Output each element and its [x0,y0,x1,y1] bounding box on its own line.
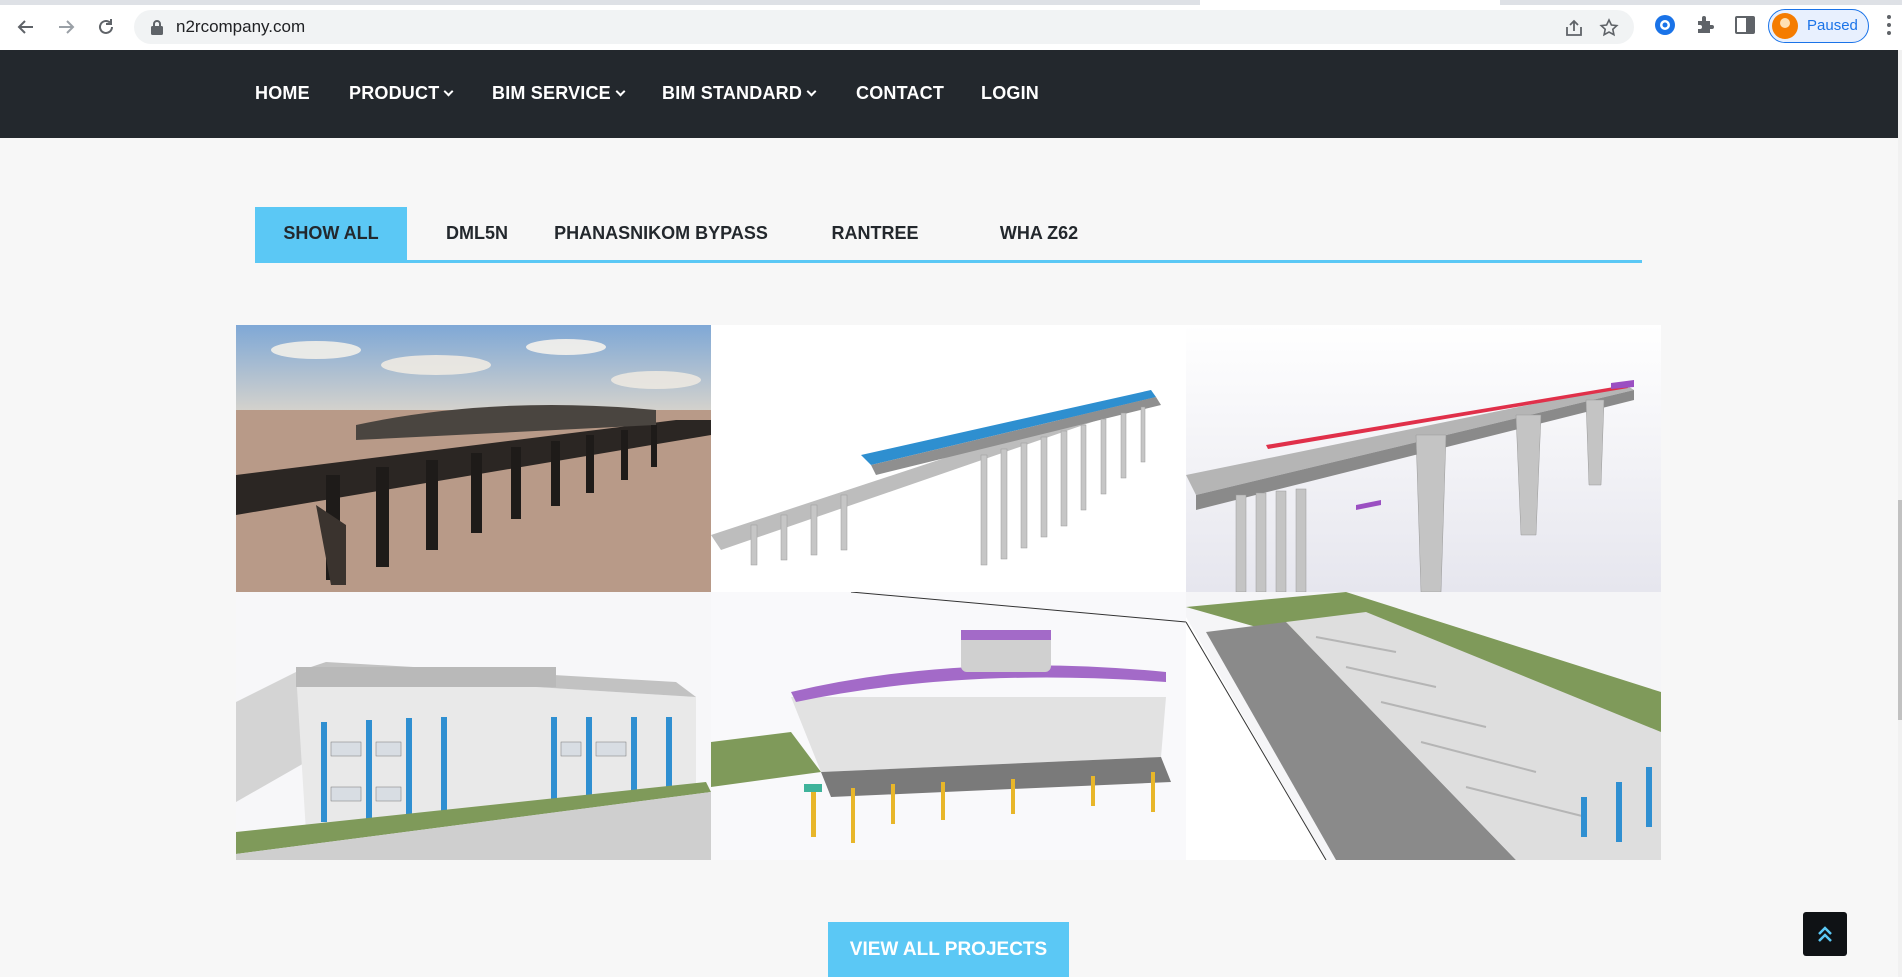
project-tile-highway-viaduct[interactable] [1186,325,1661,592]
project-filter-tabs: SHOW ALL DML5N PHANASNIKOM BYPASS RANTRE… [255,207,1642,263]
menu-icon[interactable] [1886,14,1892,36]
puzzle-icon[interactable] [1694,13,1718,37]
tab-phanasnikom-bypass[interactable]: PHANASNIKOM BYPASS [554,207,768,260]
nav-home[interactable]: HOME [255,83,310,104]
chevron-down-icon [443,86,454,97]
tab-strip [0,0,1902,5]
tab-rantree[interactable]: RANTREE [825,207,925,260]
tab-dml5n[interactable]: DML5N [427,207,527,260]
view-all-projects-button[interactable]: VIEW ALL PROJECTS [828,922,1069,977]
project-tile-railway-station[interactable] [236,325,711,592]
chevron-down-icon [806,86,817,97]
tab-wha-z62[interactable]: WHA Z62 [979,207,1099,260]
double-chevron-up-icon [1818,926,1832,942]
chevron-down-icon [615,86,626,97]
scroll-to-top-button[interactable] [1803,912,1847,956]
browser-chrome: n2rcompany.com Paused [0,0,1902,50]
address-bar[interactable]: n2rcompany.com [134,10,1634,44]
nav-product[interactable]: PRODUCT [349,83,454,104]
project-tile-building-cutaway[interactable] [1186,592,1661,860]
nav-contact[interactable]: CONTACT [856,83,944,104]
project-tile-office-building[interactable] [236,592,711,860]
star-icon[interactable] [1599,18,1619,38]
nav-bim-service[interactable]: BIM SERVICE [492,83,626,104]
project-tile-bridge-deck[interactable] [711,325,1186,592]
back-icon[interactable] [10,11,42,43]
profile-button[interactable]: Paused [1768,9,1869,43]
extension-icon[interactable] [1653,13,1677,37]
sidepanel-icon[interactable] [1733,13,1757,37]
nav-login[interactable]: LOGIN [981,83,1039,104]
scrollbar-thumb[interactable] [1898,500,1902,720]
project-gallery [236,325,1661,860]
site-nav: HOME PRODUCT BIM SERVICE BIM STANDARD CO… [0,50,1898,138]
page-scrollbar[interactable] [1898,50,1902,977]
nav-bim-standard[interactable]: BIM STANDARD [662,83,817,104]
avatar [1772,13,1798,39]
forward-icon[interactable] [50,11,82,43]
reload-icon[interactable] [90,11,122,43]
share-icon[interactable] [1564,18,1584,38]
profile-status: Paused [1807,17,1858,34]
project-tile-factory-section[interactable] [711,592,1186,860]
url-text[interactable]: n2rcompany.com [176,17,305,37]
tab-show-all[interactable]: SHOW ALL [255,207,407,260]
lock-icon [151,20,163,35]
